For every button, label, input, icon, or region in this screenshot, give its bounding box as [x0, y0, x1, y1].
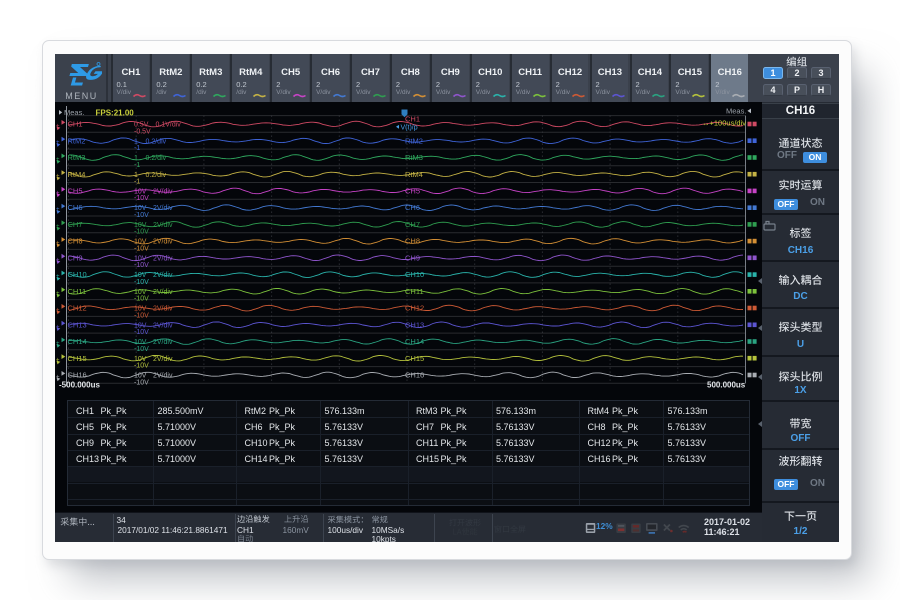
- svg-text:2V/div: 2V/div: [153, 222, 173, 229]
- svg-text:0.2/div: 0.2/div: [146, 155, 167, 162]
- svg-text:CH9: CH9: [405, 253, 420, 262]
- svg-text:2V/div: 2V/div: [153, 205, 173, 212]
- svg-text:-10V: -10V: [134, 245, 149, 252]
- svg-text:-10V: -10V: [134, 379, 149, 386]
- svg-text:CH11: CH11: [68, 287, 87, 296]
- svg-text:CH8: CH8: [68, 237, 83, 246]
- svg-text:CH6: CH6: [405, 203, 420, 212]
- svg-text:CH16: CH16: [405, 371, 424, 380]
- svg-text:V(t)/p: V(t)/p: [401, 125, 418, 132]
- svg-text:500.000us: 500.000us: [707, 381, 746, 390]
- svg-text:CH14: CH14: [405, 337, 424, 346]
- svg-text:CH12: CH12: [405, 304, 424, 313]
- svg-text:-10V: -10V: [134, 262, 149, 269]
- svg-text:-500.000us: -500.000us: [59, 381, 100, 390]
- svg-text:-1: -1: [134, 162, 140, 169]
- svg-text:RtM4: RtM4: [68, 170, 86, 179]
- svg-text:CH15: CH15: [68, 354, 87, 363]
- svg-text:CH8: CH8: [405, 237, 420, 246]
- svg-text:2V/div: 2V/div: [153, 239, 173, 246]
- svg-text:Meas.: Meas.: [64, 108, 84, 117]
- svg-text:CH15: CH15: [405, 354, 424, 363]
- svg-text:-10V: -10V: [134, 296, 149, 303]
- svg-text:CH10: CH10: [405, 270, 424, 279]
- svg-text:2V/div: 2V/div: [153, 322, 173, 329]
- svg-text:CH11: CH11: [405, 287, 424, 296]
- svg-text:2V/div: 2V/div: [153, 272, 173, 279]
- svg-text:2V/div: 2V/div: [153, 255, 173, 262]
- svg-text:2V/div: 2V/div: [153, 373, 173, 380]
- svg-text:-1: -1: [134, 179, 140, 186]
- svg-text:0.2/div: 0.2/div: [146, 138, 167, 145]
- svg-text:CH12: CH12: [68, 304, 87, 313]
- svg-text:RtM3: RtM3: [405, 153, 423, 162]
- svg-text:-10V: -10V: [134, 195, 149, 202]
- svg-text:0.2/div: 0.2/div: [146, 172, 167, 179]
- svg-text:-10V: -10V: [134, 346, 149, 353]
- svg-text:Meas.: Meas.: [726, 107, 746, 116]
- svg-text:CH1: CH1: [405, 114, 420, 123]
- svg-text:RtM2: RtM2: [405, 136, 423, 145]
- svg-text:-10V: -10V: [134, 279, 149, 286]
- svg-text:-10V: -10V: [134, 212, 149, 219]
- svg-text:-10V: -10V: [134, 363, 149, 370]
- svg-text:RtM2: RtM2: [68, 136, 86, 145]
- svg-text:CH14: CH14: [68, 337, 87, 346]
- svg-text:-0.5V: -0.5V: [134, 128, 151, 135]
- svg-text:CH1: CH1: [68, 120, 83, 129]
- svg-text:2V/div: 2V/div: [153, 356, 173, 363]
- svg-text:2V/div: 2V/div: [153, 189, 173, 196]
- svg-text:↔+100us/div: ↔+100us/div: [702, 119, 746, 128]
- svg-text:RtM4: RtM4: [405, 170, 423, 179]
- svg-text:CH13: CH13: [405, 320, 424, 329]
- svg-text:2V/div: 2V/div: [153, 289, 173, 296]
- svg-text:CH10: CH10: [68, 270, 87, 279]
- svg-text:FPS:21.00: FPS:21.00: [96, 109, 135, 118]
- svg-text:-1: -1: [134, 145, 140, 152]
- svg-text:CH7: CH7: [68, 220, 83, 229]
- svg-text:CH16: CH16: [68, 371, 87, 380]
- svg-text:CH7: CH7: [405, 220, 420, 229]
- svg-text:0.1V/div: 0.1V/div: [156, 122, 182, 129]
- svg-text:RtM3: RtM3: [68, 153, 86, 162]
- svg-text:2V/div: 2V/div: [153, 306, 173, 313]
- svg-text:2V/div: 2V/div: [153, 339, 173, 346]
- svg-text:CH9: CH9: [68, 253, 83, 262]
- svg-text:-10V: -10V: [134, 312, 149, 319]
- svg-text:-10V: -10V: [134, 229, 149, 236]
- svg-text:CH6: CH6: [68, 203, 83, 212]
- svg-text:-10V: -10V: [134, 329, 149, 336]
- svg-text:CH13: CH13: [68, 320, 87, 329]
- svg-text:CH5: CH5: [68, 187, 83, 196]
- svg-text:CH5: CH5: [405, 187, 420, 196]
